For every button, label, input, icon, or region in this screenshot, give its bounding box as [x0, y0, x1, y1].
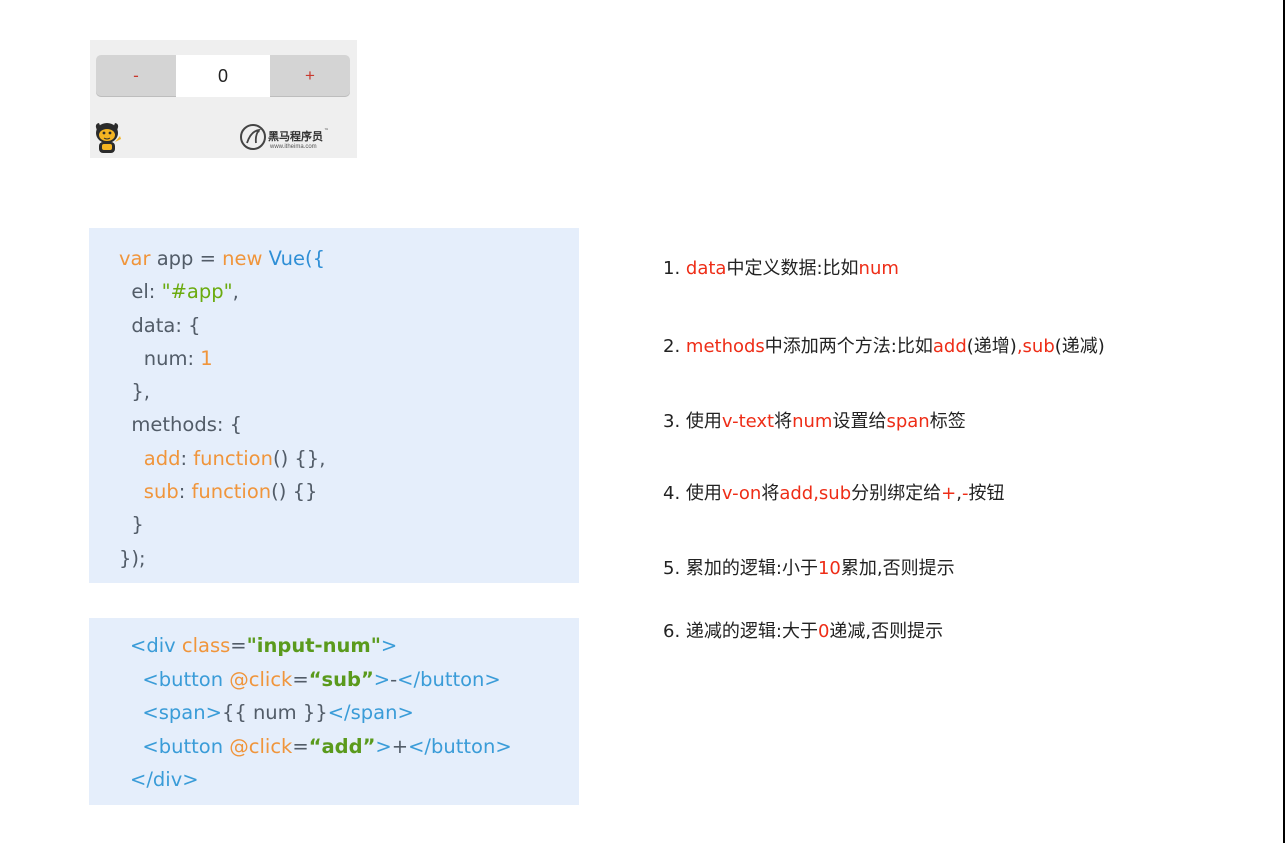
code-line: </div>	[130, 768, 199, 791]
vue-js-code-block: var app = new Vue({ el: "#app", data: { …	[89, 228, 579, 583]
code-line: <button @click=“add”>+</button>	[142, 734, 512, 758]
steps-list: 1. data中定义数据:比如num 2. methods中添加两个方法:比如a…	[663, 0, 1273, 843]
step-item: 3. 使用v-text将num设置给span标签	[663, 411, 966, 432]
code-line: }	[119, 513, 144, 537]
code-line: },	[119, 380, 151, 404]
code-line: <button @click=“sub”>-</button>	[142, 667, 501, 691]
increment-button[interactable]: +	[270, 55, 350, 97]
code-line: data: {	[119, 313, 201, 337]
code-line: methods: {	[119, 413, 243, 437]
code-line: sub: function() {}	[143, 480, 318, 504]
code-line: add: function() {},	[143, 446, 326, 470]
code-line: <div class="input-num">	[130, 634, 398, 657]
counter-demo: - 0 + 黑马程序员™ www.itheima.com	[90, 40, 357, 158]
code-line: num: 1	[119, 346, 213, 370]
itheima-logo-icon	[240, 124, 266, 150]
step-item: 4. 使用v-on将add,sub分别绑定给+,-按钮	[663, 483, 1005, 504]
mascot-icon	[95, 123, 121, 153]
code-line: el: "#app",	[119, 280, 239, 304]
step-item: 2. methods中添加两个方法:比如add(递增),sub(递减)	[663, 336, 1105, 357]
logo-text: 黑马程序员™	[268, 128, 329, 143]
logo-url: www.itheima.com	[270, 144, 317, 150]
code-line: <span>{{ num }}</span>	[142, 701, 414, 724]
step-item: 1. data中定义数据:比如num	[663, 258, 899, 279]
code-line: });	[119, 546, 146, 570]
step-item: 5. 累加的逻辑:小于10累加,否则提示	[663, 558, 955, 579]
html-template-code-block: <div class="input-num"> <button @click=“…	[89, 618, 579, 805]
counter-value: 0	[176, 55, 270, 97]
page-right-border	[1283, 0, 1285, 843]
decrement-button[interactable]: -	[96, 55, 176, 97]
number-stepper: - 0 +	[96, 55, 350, 97]
step-item: 6. 递减的逻辑:大于0递减,否则提示	[663, 621, 944, 642]
code-line: var app = new Vue({	[119, 247, 326, 270]
